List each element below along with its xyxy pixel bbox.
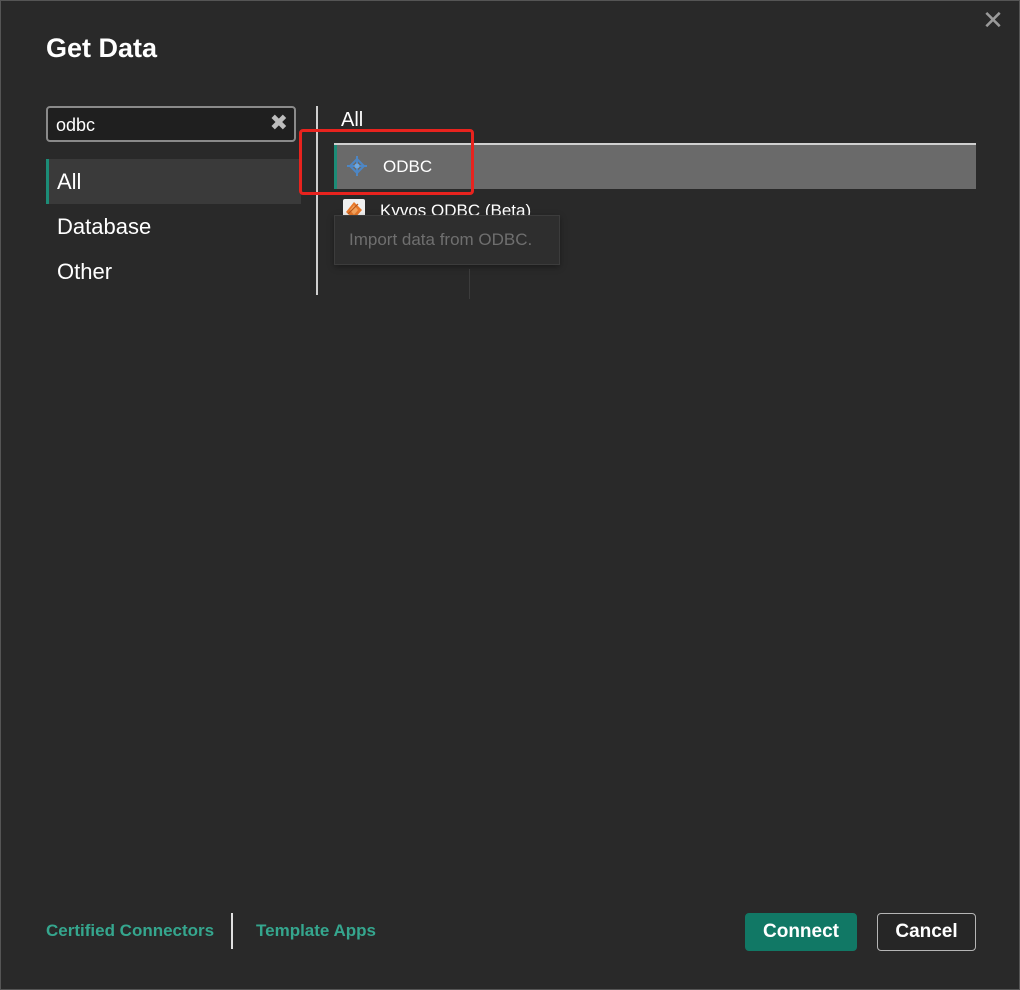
category-other[interactable]: Other [46, 249, 301, 294]
close-icon[interactable]: ✕ [981, 7, 1005, 33]
footer-link-separator [231, 913, 233, 949]
faded-tooltip-remnant [334, 269, 470, 299]
get-data-dialog: ✕ Get Data ✖ All Database Other All ODBC [0, 0, 1020, 990]
search-input[interactable] [54, 112, 268, 138]
connector-item-odbc[interactable]: ODBC [334, 145, 976, 189]
template-apps-link[interactable]: Template Apps [256, 921, 376, 941]
cancel-button[interactable]: Cancel [877, 913, 976, 951]
certified-connectors-link[interactable]: Certified Connectors [46, 921, 214, 941]
tooltip-text: Import data from ODBC. [349, 230, 533, 249]
dialog-title: Get Data [46, 33, 158, 63]
clear-search-icon[interactable]: ✖ [270, 110, 288, 136]
tooltip: Import data from ODBC. [334, 215, 560, 265]
odbc-icon [347, 156, 367, 176]
connector-label: ODBC [383, 157, 433, 176]
category-list: All Database Other [46, 159, 301, 294]
connect-button[interactable]: Connect [745, 913, 857, 951]
category-database[interactable]: Database [46, 204, 301, 249]
pane-divider [316, 106, 318, 295]
category-all[interactable]: All [46, 159, 301, 204]
results-section-title: All [341, 109, 364, 131]
search-box[interactable]: ✖ [46, 106, 296, 142]
